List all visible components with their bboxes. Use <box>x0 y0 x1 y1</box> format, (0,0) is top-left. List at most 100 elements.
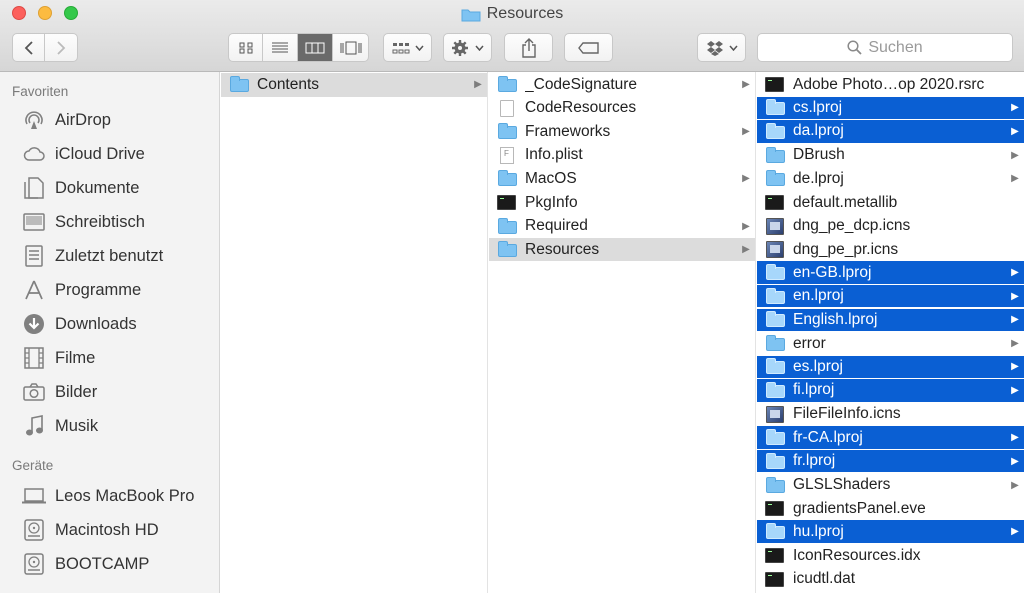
file-row[interactable]: MacOS ▶ <box>489 167 755 191</box>
file-row[interactable]: gradientsPanel.eve <box>757 497 1024 521</box>
disclosure-arrow-icon: ▶ <box>742 220 750 232</box>
recents-icon <box>22 244 46 268</box>
share-button[interactable] <box>504 33 553 62</box>
file-row[interactable]: Resources ▶ <box>489 237 755 262</box>
column-2[interactable]: _CodeSignature ▶ CodeResources Frameworks ▶ I… <box>489 72 756 593</box>
file-name: error <box>793 334 826 352</box>
file-row[interactable]: PkgInfo <box>489 191 755 215</box>
file-row[interactable]: en.lproj ▶ <box>757 284 1024 309</box>
image-file-icon <box>765 241 785 259</box>
sidebar-item-icloud-drive[interactable]: iCloud Drive <box>22 141 145 167</box>
dropbox-button[interactable] <box>697 33 746 62</box>
view-mode-control <box>228 33 369 62</box>
file-row[interactable]: icudtl.dat <box>757 568 1024 592</box>
sidebar-item-label: Bilder <box>55 382 98 401</box>
column-view-button[interactable] <box>298 34 333 61</box>
search-field[interactable]: Suchen <box>757 33 1013 62</box>
file-row[interactable]: da.lproj ▶ <box>757 120 1024 144</box>
file-row[interactable]: CodeResources <box>489 97 755 121</box>
file-row[interactable]: en-GB.lproj ▶ <box>757 261 1024 285</box>
tags-button[interactable] <box>564 33 613 62</box>
sidebar-item-bootcamp[interactable]: BOOTCAMP <box>22 551 149 577</box>
sidebar-item-dokumente[interactable]: Dokumente <box>22 175 139 201</box>
file-name: IconResources.idx <box>793 546 921 564</box>
file-row[interactable]: Info.plist <box>489 144 755 168</box>
chevron-down-icon <box>475 45 484 51</box>
sidebar-item-label: Musik <box>55 416 99 435</box>
file-name: DBrush <box>793 146 845 164</box>
arrange-button[interactable] <box>383 33 432 62</box>
sidebar-item-schreibtisch[interactable]: Schreibtisch <box>22 209 145 235</box>
executable-file-icon <box>765 547 785 564</box>
file-row[interactable]: Contents ▶ <box>221 73 487 97</box>
column-3[interactable]: Adobe Photo…op 2020.rsrc cs.lproj ▶ da.lpro… <box>757 72 1024 593</box>
list-view-button[interactable] <box>263 34 298 61</box>
disclosure-arrow-icon: ▶ <box>474 79 482 91</box>
file-row[interactable]: dng_pe_dcp.icns <box>757 214 1024 238</box>
back-button[interactable] <box>13 34 46 61</box>
sidebar-item-zuletzt-benutzt[interactable]: Zuletzt benutzt <box>22 243 163 269</box>
applications-icon <box>22 278 46 302</box>
file-name: dng_pe_dcp.icns <box>793 217 911 235</box>
sidebar-item-airdrop[interactable]: AirDrop <box>22 107 111 133</box>
file-name: Frameworks <box>525 122 611 140</box>
file-row[interactable]: hu.lproj ▶ <box>757 520 1024 544</box>
gallery-view-button[interactable] <box>333 34 368 61</box>
action-button[interactable] <box>443 33 492 62</box>
file-row[interactable]: fr.lproj ▶ <box>757 449 1024 474</box>
file-row[interactable]: default.metallib <box>757 191 1024 215</box>
folder-icon <box>765 287 785 305</box>
file-row[interactable]: cs.lproj ▶ <box>757 96 1024 121</box>
disclosure-arrow-icon: ▶ <box>1011 455 1019 467</box>
file-row[interactable]: fi.lproj ▶ <box>757 379 1024 403</box>
file-row[interactable]: dng_pe_pr.icns <box>757 238 1024 262</box>
file-row[interactable]: Required ▶ <box>489 214 755 238</box>
file-row[interactable]: _CodeSignature ▶ <box>489 73 755 97</box>
disclosure-arrow-icon: ▶ <box>742 79 750 91</box>
sidebar-item-downloads[interactable]: Downloads <box>22 311 137 337</box>
folder-icon <box>765 335 785 352</box>
file-name: default.metallib <box>793 193 898 211</box>
file-row[interactable]: Frameworks ▶ <box>489 120 755 144</box>
dropbox-icon <box>706 40 723 56</box>
file-row[interactable]: IconResources.idx <box>757 544 1024 568</box>
file-name: _CodeSignature <box>525 75 638 93</box>
disclosure-arrow-icon: ▶ <box>1011 267 1019 279</box>
file-row[interactable]: es.lproj ▶ <box>757 355 1024 380</box>
executable-file-icon <box>765 76 785 93</box>
sidebar-item-programme[interactable]: Programme <box>22 277 141 303</box>
file-row[interactable]: fr-CA.lproj ▶ <box>757 426 1024 450</box>
window-title: Resources <box>0 4 1024 24</box>
sidebar-item-leos-macbook-pro[interactable]: Leos MacBook Pro <box>22 483 194 509</box>
sidebar-item-macintosh-hd[interactable]: Macintosh HD <box>22 517 159 543</box>
file-row[interactable]: error ▶ <box>757 332 1024 356</box>
disclosure-arrow-icon: ▶ <box>1011 173 1019 185</box>
file-name: en.lproj <box>793 287 844 305</box>
file-name: fr.lproj <box>793 452 836 470</box>
disclosure-arrow-icon: ▶ <box>1011 290 1019 302</box>
file-name: da.lproj <box>793 122 844 140</box>
file-row[interactable]: FileFileInfo.icns <box>757 403 1024 427</box>
file-name: Info.plist <box>525 146 583 164</box>
file-row[interactable]: Adobe Photo…op 2020.rsrc <box>757 73 1024 97</box>
laptop-icon <box>22 484 46 508</box>
disclosure-arrow-icon: ▶ <box>742 126 750 138</box>
file-row[interactable]: DBrush ▶ <box>757 144 1024 168</box>
icon-view-button[interactable] <box>229 34 263 61</box>
sidebar-item-label: AirDrop <box>55 110 111 129</box>
disclosure-arrow-icon: ▶ <box>742 173 750 185</box>
file-name: dng_pe_pr.icns <box>793 240 899 258</box>
sidebar-item-filme[interactable]: Filme <box>22 345 95 371</box>
sidebar-item-bilder[interactable]: Bilder <box>22 379 97 405</box>
tag-icon <box>577 41 599 54</box>
forward-button[interactable] <box>45 34 77 61</box>
chevron-left-icon <box>24 40 33 55</box>
disclosure-arrow-icon: ▶ <box>1011 384 1019 396</box>
folder-icon <box>497 76 517 93</box>
sidebar: Favoriten AirDrop iCloud Drive Dokumente Sch… <box>0 72 220 593</box>
file-row[interactable]: de.lproj ▶ <box>757 167 1024 191</box>
file-row[interactable]: English.lproj ▶ <box>757 308 1024 332</box>
file-row[interactable]: GLSLShaders ▶ <box>757 473 1024 497</box>
column-1[interactable]: Contents ▶ <box>221 72 488 593</box>
sidebar-item-musik[interactable]: Musik <box>22 413 98 439</box>
